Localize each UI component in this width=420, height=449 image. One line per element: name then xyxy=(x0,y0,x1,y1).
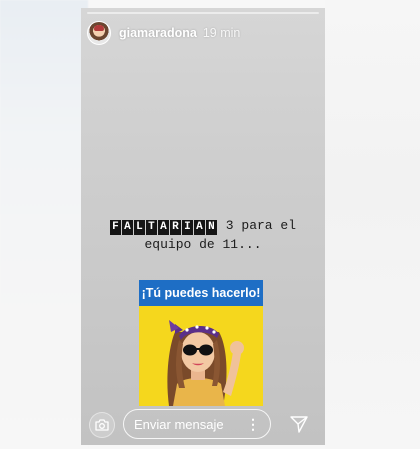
blurred-right-panel xyxy=(325,0,420,449)
camera-button[interactable] xyxy=(89,412,115,438)
letter-tile: L xyxy=(133,220,145,236)
letter-tile: A xyxy=(193,220,205,236)
story-header: giamaradona 19 min xyxy=(87,20,240,46)
camera-icon xyxy=(95,419,109,431)
caption-line-1-rest: 3 para el xyxy=(217,218,296,233)
blurred-left-panel xyxy=(0,0,88,449)
caption-line-1: FALTARIAN 3 para el xyxy=(81,216,325,236)
message-placeholder: Enviar mensaje xyxy=(134,416,224,432)
story-viewer[interactable]: giamaradona 19 min FALTARIAN 3 para el e… xyxy=(81,8,325,445)
paper-plane-icon xyxy=(290,416,308,433)
more-options-icon[interactable]: ⋮ xyxy=(246,417,260,431)
send-button[interactable] xyxy=(289,414,309,434)
send-message-input[interactable]: Enviar mensaje ⋮ xyxy=(123,409,271,439)
story-caption: FALTARIAN 3 para el equipo de 11... xyxy=(81,216,325,254)
letter-tile: F xyxy=(109,220,121,236)
letter-tile: N xyxy=(205,220,217,236)
username[interactable]: giamaradona xyxy=(119,26,197,40)
story-progress-bar xyxy=(87,12,319,14)
letter-tile: T xyxy=(145,220,157,236)
bitmoji-character-illustration xyxy=(167,320,244,406)
letter-tiles: FALTARIAN xyxy=(109,216,218,236)
letter-tile: I xyxy=(181,220,193,236)
sticker-banner: ¡Tú puedes hacerlo! xyxy=(139,280,263,306)
bitmoji-sticker: ¡Tú puedes hacerlo! xyxy=(139,280,263,406)
caption-line-2: equipo de 11... xyxy=(144,237,262,253)
letter-tile: A xyxy=(157,220,169,236)
story-timestamp: 19 min xyxy=(202,26,241,40)
avatar[interactable] xyxy=(87,21,111,45)
letter-tile: R xyxy=(169,220,181,236)
letter-tile: A xyxy=(121,220,133,236)
